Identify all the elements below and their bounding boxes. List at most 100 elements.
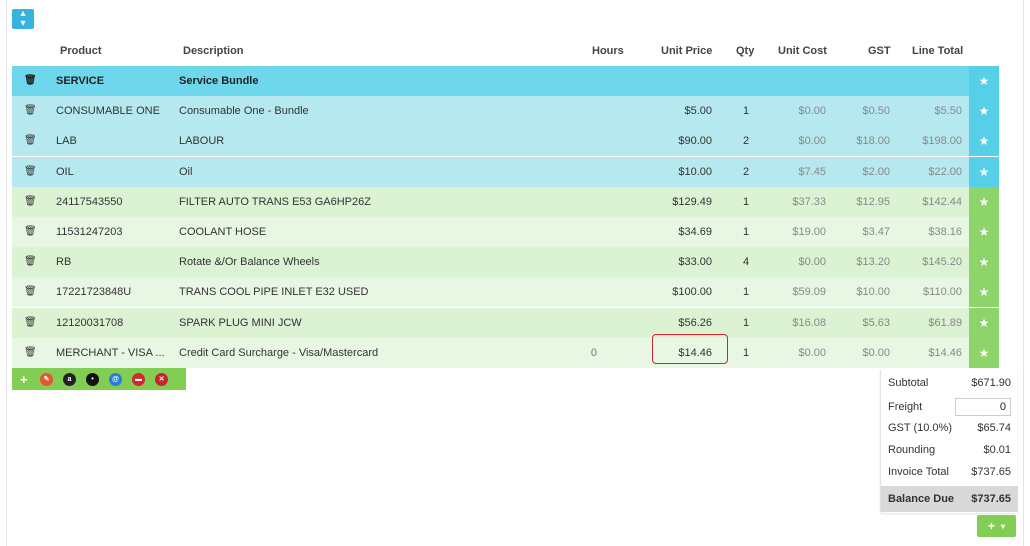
- cell-unit-price[interactable]: $90.00: [632, 126, 712, 156]
- star-icon[interactable]: ★: [969, 307, 999, 338]
- star-icon[interactable]: ★: [969, 337, 999, 368]
- trash-icon[interactable]: 🗑: [24, 157, 36, 187]
- cell-unit-price[interactable]: $5.00: [632, 96, 712, 126]
- trash-icon[interactable]: 🗑: [24, 126, 36, 156]
- cell-product: OIL: [56, 165, 74, 178]
- no-pencil-icon[interactable]: ✎: [40, 372, 53, 386]
- trash-icon[interactable]: 🗑: [24, 66, 36, 96]
- cell-gst: [832, 66, 890, 96]
- totals-panel: Subtotal $671.90 Freight GST (10.0%) $65…: [880, 370, 1018, 513]
- star-icon[interactable]: ★: [969, 186, 999, 217]
- cell-qty[interactable]: 1: [736, 338, 756, 368]
- add-line-icon[interactable]: +: [20, 372, 30, 387]
- cell-description: SPARK PLUG MINI JCW: [179, 316, 302, 329]
- star-icon[interactable]: ★: [969, 66, 999, 96]
- cell-gst: $12.95: [856, 195, 890, 208]
- cell-description: COOLANT HOSE: [179, 226, 267, 238]
- cell-description: TRANS COOL PIPE INLET E32 USED: [179, 286, 369, 299]
- cell-qty[interactable]: 1: [736, 217, 756, 247]
- balance-due-row: Balance Due $737.65: [881, 486, 1018, 512]
- sort-button[interactable]: ▴ ▾: [12, 9, 34, 29]
- cell-qty[interactable]: 1: [736, 308, 756, 338]
- cell-line-total: $142.44: [922, 195, 962, 208]
- cell-unit-cost: $19.00: [792, 226, 826, 238]
- cell-unit-price[interactable]: $129.49: [632, 187, 712, 217]
- supplier-c-icon[interactable]: @: [109, 372, 122, 386]
- cell-hours[interactable]: [572, 157, 597, 187]
- trash-icon[interactable]: 🗑: [24, 217, 36, 247]
- subtotal-row: Subtotal $671.90: [881, 372, 1018, 394]
- cell-gst: $0.00: [862, 346, 890, 359]
- supplier-b-icon[interactable]: •: [86, 372, 99, 386]
- cell-hours[interactable]: [572, 96, 597, 126]
- star-icon[interactable]: ★: [969, 217, 999, 247]
- cell-qty[interactable]: 2: [736, 157, 756, 187]
- star-icon[interactable]: ★: [969, 156, 999, 187]
- cell-line-total: $110.00: [923, 286, 962, 299]
- trash-icon[interactable]: 🗑: [24, 187, 36, 217]
- cell-gst: $2.00: [862, 165, 890, 178]
- cell-hours[interactable]: [572, 277, 597, 307]
- cell-unit-price[interactable]: $34.69: [632, 217, 712, 247]
- cell-hours[interactable]: [572, 247, 597, 277]
- column-header-unit-cost: Unit Cost: [778, 45, 827, 57]
- cell-unit-price[interactable]: [632, 66, 712, 96]
- star-icon[interactable]: ★: [969, 277, 999, 308]
- caret-down-icon: ▾: [1001, 521, 1006, 531]
- cell-gst: $13.20: [856, 256, 890, 269]
- cell-gst: $3.47: [862, 226, 890, 238]
- cell-product: 11531247203: [56, 226, 123, 238]
- star-icon[interactable]: ★: [969, 126, 999, 157]
- cell-qty[interactable]: 4: [736, 247, 756, 277]
- cell-line-total: $22.00: [928, 165, 962, 178]
- cell-hours[interactable]: [572, 126, 597, 156]
- supplier-e-icon[interactable]: ✕: [155, 372, 168, 386]
- cell-gst: $10.00: [856, 286, 890, 299]
- table-row: 🗑 17221723848U TRANS COOL PIPE INLET E32 U…: [12, 277, 969, 308]
- cell-description: LABOUR: [179, 135, 225, 148]
- supplier-d-icon[interactable]: ▬: [132, 372, 145, 386]
- rounding-row: Rounding $0.01: [881, 439, 1018, 461]
- trash-icon[interactable]: 🗑: [24, 277, 36, 307]
- cell-hours[interactable]: 0: [572, 338, 597, 368]
- invoice-total-value: $737.65: [971, 466, 1011, 478]
- column-header-description: Description: [183, 45, 244, 57]
- cell-gst: $5.63: [862, 316, 890, 329]
- trash-icon[interactable]: 🗑: [24, 308, 36, 338]
- cell-hours[interactable]: [572, 66, 597, 96]
- table-row: 🗑 12120031708 SPARK PLUG MINI JCW $56.26 1 $1…: [12, 307, 969, 338]
- trash-icon[interactable]: 🗑: [24, 96, 36, 126]
- cell-qty[interactable]: 1: [736, 96, 756, 126]
- table-row: 🗑 MERCHANT - VISA ... Credit Card Surcharg…: [12, 337, 969, 368]
- cell-qty[interactable]: 1: [736, 277, 756, 307]
- cell-qty[interactable]: 2: [736, 126, 756, 156]
- cell-hours[interactable]: [572, 217, 597, 247]
- cell-unit-price[interactable]: $100.00: [632, 277, 712, 307]
- invoice-total-row: Invoice Total $737.65: [881, 461, 1018, 483]
- cell-hours[interactable]: [572, 187, 597, 217]
- balance-due-value: $737.65: [971, 493, 1011, 505]
- gst-label: GST (10.0%): [888, 422, 952, 434]
- supplier-a-icon[interactable]: a: [63, 372, 76, 386]
- column-header-gst: GST: [868, 45, 891, 57]
- star-icon[interactable]: ★: [969, 96, 999, 127]
- cell-description: Rotate &/Or Balance Wheels: [179, 256, 320, 269]
- cell-hours[interactable]: [572, 308, 597, 338]
- cell-qty[interactable]: [736, 66, 756, 96]
- cell-line-total: $61.89: [928, 316, 962, 329]
- column-header-line-total: Line Total: [912, 45, 964, 57]
- plus-icon: +: [987, 519, 995, 533]
- freight-input[interactable]: [955, 398, 1011, 416]
- trash-icon[interactable]: 🗑: [24, 247, 36, 277]
- cell-unit-price[interactable]: $10.00: [632, 157, 712, 187]
- cell-product: LAB: [56, 135, 77, 148]
- star-icon[interactable]: ★: [969, 247, 999, 278]
- add-split-button[interactable]: + ▾: [977, 515, 1016, 537]
- trash-icon[interactable]: 🗑: [24, 338, 36, 368]
- cell-line-total: $5.50: [934, 105, 962, 118]
- table-row: 🗑 SERVICE Service Bundle: [12, 66, 969, 96]
- cell-unit-price[interactable]: $33.00: [632, 247, 712, 277]
- cell-unit-cost: $37.33: [792, 195, 826, 208]
- table-row: 🗑 24117543550 FILTER AUTO TRANS E53 GA6HP2…: [12, 186, 969, 217]
- cell-qty[interactable]: 1: [736, 187, 756, 217]
